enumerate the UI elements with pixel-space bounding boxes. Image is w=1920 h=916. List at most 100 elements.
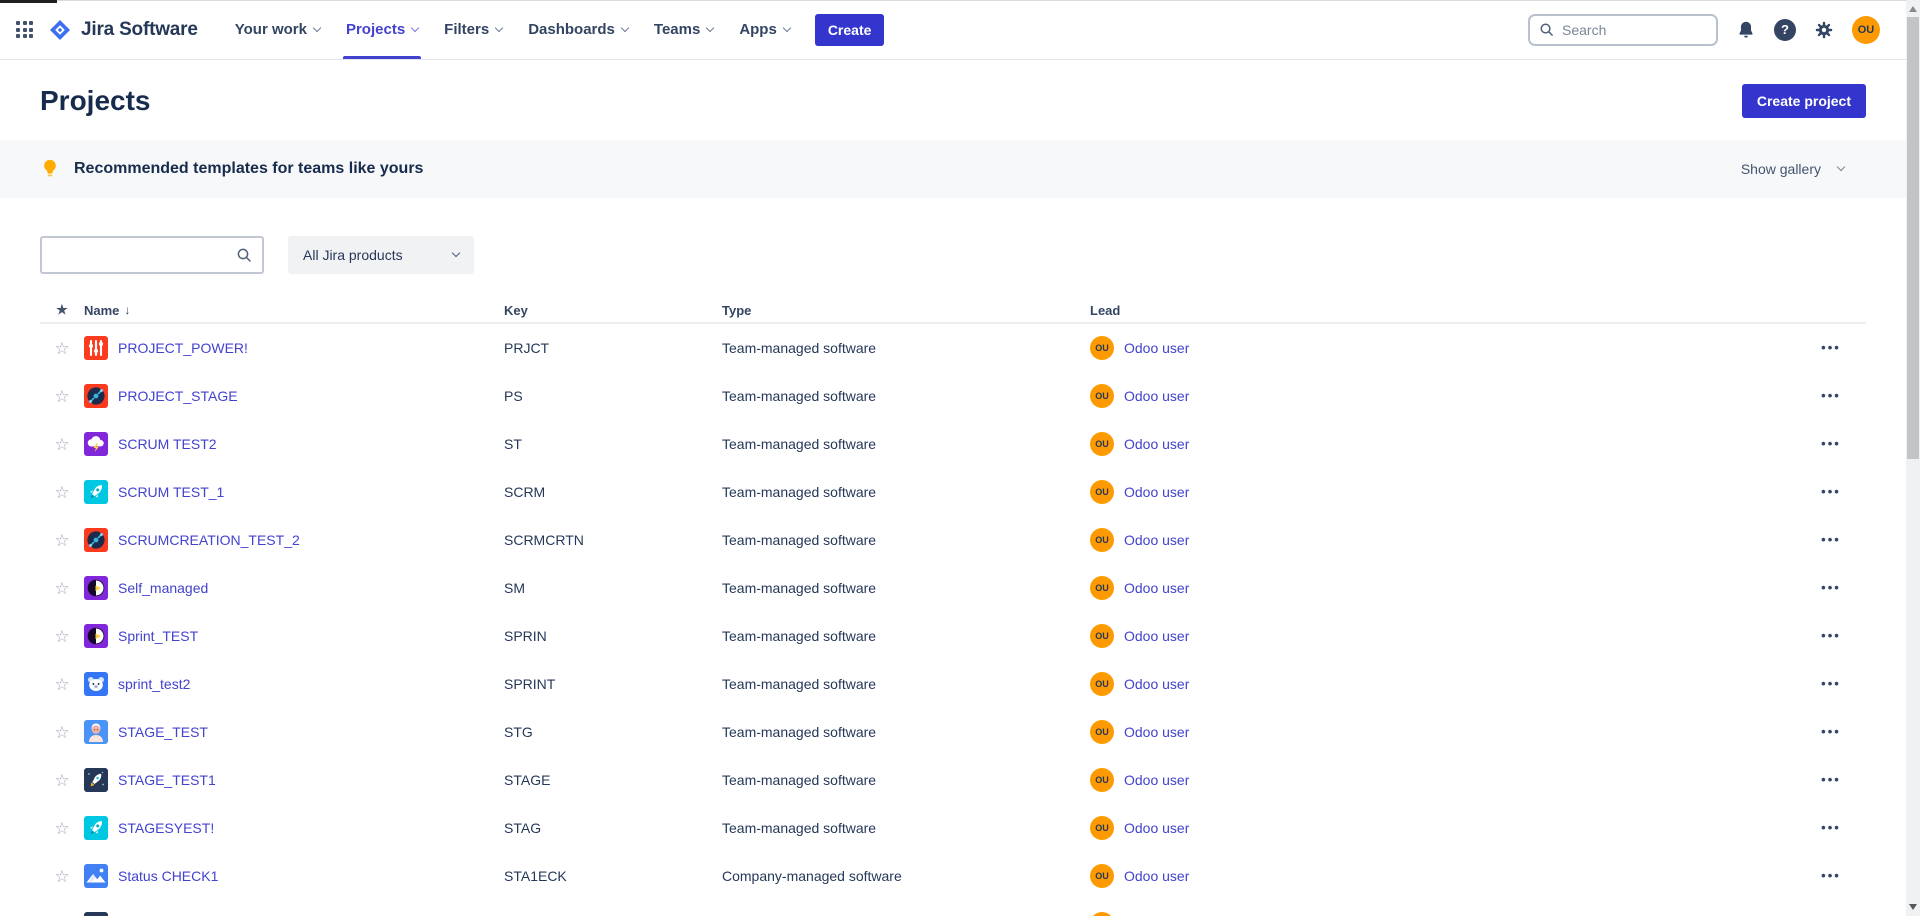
lead-link[interactable]: Odoo user (1124, 532, 1189, 548)
star-icon[interactable]: ☆ (54, 628, 69, 645)
row-more-button[interactable]: ••• (1821, 388, 1841, 403)
nav-item-dashboards[interactable]: Dashboards (515, 0, 641, 59)
nav-item-your-work[interactable]: Your work (222, 0, 333, 59)
row-actions-cell: ••• (1821, 531, 1841, 549)
jira-logo[interactable]: Jira Software (48, 18, 198, 42)
product-filter-value: All Jira products (303, 247, 403, 263)
star-icon[interactable]: ☆ (54, 532, 69, 549)
project-search[interactable] (40, 236, 264, 274)
show-gallery-button[interactable]: Show gallery (1741, 161, 1844, 177)
table-row: ☆ Self_managed SM Team-managed software … (40, 564, 1866, 612)
table-row: ☆ PROJECT_POWER! PRJCT Team-managed soft… (40, 324, 1866, 372)
lead-column-header[interactable]: Lead (1090, 303, 1796, 318)
row-actions-cell: ••• (1821, 387, 1841, 405)
table-row: ☆ PROJECT_STAGE PS Team-managed software… (40, 372, 1866, 420)
scrollbar-thumb[interactable] (1907, 17, 1919, 459)
chevron-down-icon (706, 23, 714, 31)
lead-link[interactable]: Odoo user (1124, 676, 1189, 692)
star-icon[interactable]: ☆ (54, 820, 69, 837)
project-type: Team-managed software (722, 676, 1090, 692)
create-button[interactable]: Create (815, 14, 885, 46)
project-name-link[interactable]: Sprint_TEST (118, 628, 198, 644)
star-icon[interactable]: ☆ (54, 868, 69, 885)
lead-link[interactable]: Odoo user (1124, 628, 1189, 644)
project-name-link[interactable]: STAGE_TEST (118, 724, 208, 740)
chevron-down-icon (1837, 163, 1845, 171)
top-navigation-bar: Jira Software Your work ProjectsFiltersDa… (0, 0, 1906, 60)
nav-item-projects[interactable]: Projects (333, 0, 431, 59)
star-icon[interactable]: ☆ (54, 724, 69, 741)
sort-descending-icon: ↓ (124, 303, 130, 317)
row-more-button[interactable]: ••• (1821, 580, 1841, 595)
lead-link[interactable]: Odoo user (1124, 580, 1189, 596)
project-type: Company-managed software (722, 868, 1090, 884)
lead-link[interactable]: Odoo user (1124, 820, 1189, 836)
key-column-header[interactable]: Key (504, 303, 722, 318)
nav-item-label: Your work (235, 21, 307, 38)
lead-link[interactable]: Odoo user (1124, 868, 1189, 884)
lead-link[interactable]: Odoo user (1124, 388, 1189, 404)
nav-item-filters[interactable]: Filters (431, 0, 515, 59)
row-more-button[interactable]: ••• (1821, 868, 1841, 883)
nav-item-teams[interactable]: Teams (641, 0, 726, 59)
app-switcher-icon[interactable] (16, 21, 33, 38)
project-search-input[interactable] (52, 247, 236, 263)
row-more-button[interactable]: ••• (1821, 628, 1841, 643)
row-more-button[interactable]: ••• (1821, 724, 1841, 739)
star-icon[interactable]: ☆ (54, 436, 69, 453)
table-body: ☆ PROJECT_POWER! PRJCT Team-managed soft… (40, 324, 1866, 916)
scroll-up-arrow-icon[interactable] (1909, 6, 1917, 12)
project-name-link[interactable]: PROJECT_STAGE (118, 388, 238, 404)
star-icon[interactable]: ☆ (54, 580, 69, 597)
project-name-link[interactable]: SCRUM TEST2 (118, 436, 217, 452)
project-name-link[interactable]: Self_managed (118, 580, 208, 596)
project-name-link[interactable]: STAGE_TEST1 (118, 772, 216, 788)
nav-item-apps[interactable]: Apps (726, 0, 803, 59)
star-column-header[interactable]: ★ (56, 302, 68, 318)
chevron-down-icon (495, 23, 503, 31)
chevron-down-icon (783, 23, 791, 31)
product-filter-dropdown[interactable]: All Jira products (288, 236, 474, 274)
project-name-cell: Status CHECK1 (84, 864, 504, 888)
row-more-button[interactable]: ••• (1821, 676, 1841, 691)
scroll-down-arrow-icon[interactable] (1909, 904, 1917, 910)
row-more-button[interactable]: ••• (1821, 532, 1841, 547)
project-type: Team-managed software (722, 436, 1090, 452)
global-search-input[interactable] (1562, 22, 1707, 38)
project-type: Team-managed software (722, 724, 1090, 740)
row-more-button[interactable]: ••• (1821, 436, 1841, 451)
notifications-bell-icon[interactable] (1735, 19, 1757, 41)
project-name-link[interactable]: SCRUM TEST_1 (118, 484, 224, 500)
row-more-button[interactable]: ••• (1821, 484, 1841, 499)
project-name-link[interactable]: SCRUMCREATION_TEST_2 (118, 532, 300, 548)
user-avatar[interactable]: OU (1852, 16, 1880, 44)
project-key: SCRM (504, 484, 722, 500)
project-name-cell: Self_managed (84, 576, 504, 600)
project-name-link[interactable]: STAGESYEST! (118, 820, 214, 836)
lead-avatar: OU (1090, 768, 1114, 792)
star-icon[interactable]: ☆ (54, 484, 69, 501)
star-icon[interactable]: ☆ (54, 388, 69, 405)
create-project-button[interactable]: Create project (1742, 84, 1866, 118)
row-more-button[interactable]: ••• (1821, 340, 1841, 355)
vertical-scrollbar[interactable] (1906, 0, 1920, 916)
lead-link[interactable]: Odoo user (1124, 772, 1189, 788)
star-icon[interactable]: ☆ (54, 772, 69, 789)
project-name-link[interactable]: PROJECT_POWER! (118, 340, 248, 356)
name-column-header[interactable]: Name ↓ (84, 303, 504, 318)
lead-link[interactable]: Odoo user (1124, 724, 1189, 740)
lead-link[interactable]: Odoo user (1124, 484, 1189, 500)
project-name-link[interactable]: Status CHECK1 (118, 868, 218, 884)
lead-link[interactable]: Odoo user (1124, 436, 1189, 452)
row-actions-cell: ••• (1821, 627, 1841, 645)
star-icon[interactable]: ☆ (54, 676, 69, 693)
settings-gear-icon[interactable] (1813, 19, 1835, 41)
help-icon[interactable]: ? (1774, 19, 1796, 41)
project-name-link[interactable]: sprint_test2 (118, 676, 190, 692)
type-column-header[interactable]: Type (722, 303, 1090, 318)
row-more-button[interactable]: ••• (1821, 772, 1841, 787)
row-more-button[interactable]: ••• (1821, 820, 1841, 835)
star-icon[interactable]: ☆ (54, 340, 69, 357)
lead-link[interactable]: Odoo user (1124, 340, 1189, 356)
global-search[interactable] (1528, 14, 1718, 46)
